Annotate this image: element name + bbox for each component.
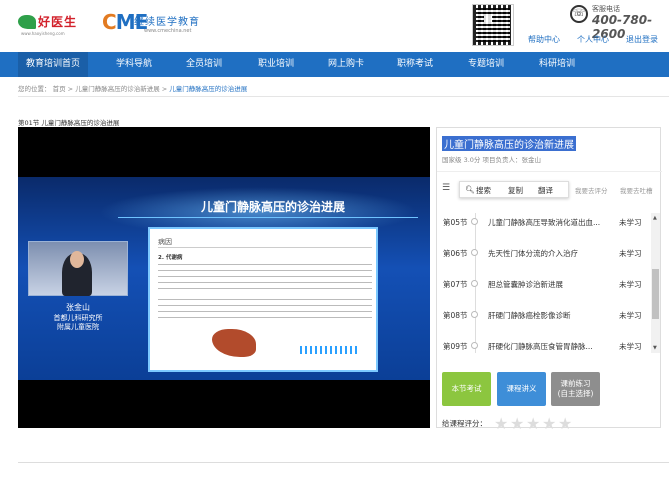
nav-buy-card[interactable]: 网上购卡 [316,52,376,77]
lesson-item[interactable]: 第07节 胆总管囊肿诊治新进展 未学习 [437,270,656,298]
course-meta: 国家级 3.0分 项目负责人：张金山 [442,156,541,164]
nav-all-staff[interactable]: 全员培训 [174,52,234,77]
course-title: 儿童门静脉高压的诊治新进展 [442,136,576,151]
slide-title: 儿童门静脉高压的诊治进展 [200,200,345,214]
liver-illustration [212,329,256,357]
lesson-item[interactable]: 第06节 先天性门体分流的介入治疗 未学习 [437,239,656,267]
nav-title-exam[interactable]: 职称考试 [385,52,445,77]
star-icon[interactable]: ★ [542,414,556,433]
exam-button[interactable]: 本节考试 [442,372,491,406]
section-title: 第01节 儿童门静脉高压的诊治进展 [18,119,120,127]
phone-icon: ☏ [570,5,588,23]
search-icon[interactable]: 🔍︎ [465,185,475,194]
breadcrumb-home[interactable]: 首页 [53,85,66,93]
lesson-scrollbar[interactable]: ▲ ▼ [651,213,660,353]
star-icon[interactable]: ★ [494,414,508,433]
breadcrumb-parent[interactable]: 儿童门静脉高压的诊治新进展 [75,85,160,93]
nav-home[interactable]: 教育培训首页 [18,52,88,77]
rate-link[interactable]: 我要去评分 [575,185,608,195]
haoyisheng-logo[interactable]: 好医生 www.haoyisheng.com [18,10,86,40]
star-icon[interactable]: ★ [526,414,540,433]
scroll-up-icon[interactable]: ▲ [653,215,657,221]
breadcrumb: 您的位置： 首页 > 儿童门静脉高压的诊治新进展 > 儿童门静脉高压的诊治进展 [18,85,248,93]
feedback-link[interactable]: 我要去吐槽 [620,185,653,195]
footer-divider [18,462,669,463]
nav-topics[interactable]: 专题培训 [456,52,516,77]
nav-vocational[interactable]: 职业培训 [246,52,306,77]
cme-logo[interactable]: CME 继续医学教育 www.cmechina.net [102,10,222,40]
rating-label: 给课程评分： [442,419,487,428]
logout-link[interactable]: 退出登录 [626,34,658,45]
personal-center-link[interactable]: 个人中心 [577,34,609,45]
popup-search[interactable]: 搜索 [476,185,491,196]
list-icon[interactable]: ☰ [442,183,450,193]
help-center-link[interactable]: 帮助中心 [528,34,560,45]
slide-subheading: 2. 代谢病 [158,255,183,261]
leaf-icon [18,15,36,29]
text-selection-popup: 🔍︎ 搜索 复制 翻译 [459,181,569,198]
slide-content-box: 病因 2. 代谢病 [148,227,378,372]
lesson-item[interactable]: 第08节 肝硬门静脉癌栓影像诊断 未学习 [437,301,656,329]
slide-heading: 病因 [158,238,172,246]
site-header: 好医生 www.haoyisheng.com CME 继续医学教育 www.cm… [0,0,669,52]
lesson-item[interactable]: 第09节 肝硬化门静脉高压食管胃静脉... 未学习 [437,332,656,360]
star-icon[interactable]: ★ [510,414,524,433]
main-nav: 教育培训首页 学科导航 全员培训 职业培训 网上购卡 职称考试 专题培训 科研培… [0,52,669,77]
course-panel: 儿童门静脉高压的诊治新进展 国家级 3.0分 项目负责人：张金山 ☰ 🔍︎ 搜索… [436,127,662,433]
qr-code-icon [472,4,514,46]
scroll-down-icon[interactable]: ▼ [653,345,657,351]
speaker-name: 张金山 [66,303,90,312]
handout-button[interactable]: 课程讲义 [497,372,546,406]
star-icon[interactable]: ★ [558,414,572,433]
video-player[interactable]: 儿童门静脉高压的诊治进展 病因 2. 代谢病 张金山 首都儿科研究所 附属儿童医院 [18,127,430,428]
divider [18,96,669,97]
nav-subjects[interactable]: 学科导航 [104,52,164,77]
lesson-toolbar: ☰ 🔍︎ 搜索 复制 翻译 我要去评分 我要去吐槽 [437,181,662,199]
popup-translate[interactable]: 翻译 [538,185,553,196]
lesson-item[interactable]: 第05节 儿童门静脉高压导致消化道出血... 未学习 [437,208,656,236]
scroll-thumb[interactable] [652,269,659,319]
lecture-slide: 儿童门静脉高压的诊治进展 病因 2. 代谢病 张金山 首都儿科研究所 附属儿童医院 [18,177,430,380]
popup-copy[interactable]: 复制 [508,185,523,196]
breadcrumb-current: 儿童门静脉高压的诊治进展 [169,85,248,93]
practice-button[interactable]: 课前练习 (自主选择) [551,372,600,406]
speaker-panel: 张金山 首都儿科研究所 附属儿童医院 [28,241,128,380]
speaker-org: 首都儿科研究所 附属儿童医院 [53,314,103,331]
nav-research[interactable]: 科研培训 [527,52,587,77]
